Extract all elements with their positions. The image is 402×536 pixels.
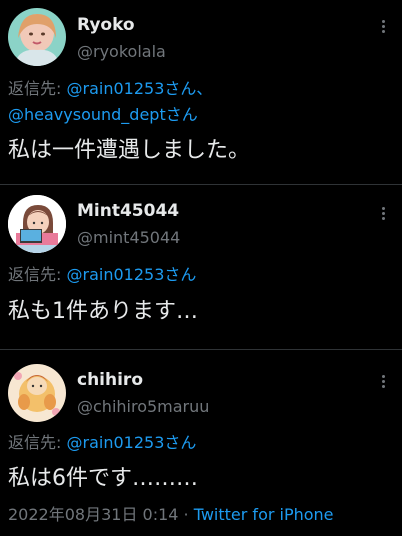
more-vertical-icon[interactable] xyxy=(382,375,386,389)
avatar[interactable] xyxy=(8,364,66,422)
mention-link[interactable]: @rain01253さん xyxy=(67,433,197,452)
tweet-ryoko[interactable]: Ryoko @ryokolala 返信先: @rain01253さん、 @hea… xyxy=(0,0,402,182)
mention-link[interactable]: @heavysound_deptさん xyxy=(8,105,198,124)
more-vertical-icon[interactable] xyxy=(382,20,386,34)
replying-to: 返信先: @rain01253さん xyxy=(8,431,196,455)
replying-to: 返信先: @rain01253さん、 xyxy=(8,77,212,101)
source-link[interactable]: Twitter for iPhone xyxy=(194,505,334,524)
display-name[interactable]: chihiro xyxy=(77,370,143,390)
avatar[interactable] xyxy=(8,195,66,253)
tweet-text: 私は一件遭遇しました。 xyxy=(8,138,251,163)
username-handle[interactable]: @mint45044 xyxy=(77,228,180,247)
replying-prefix: 返信先: xyxy=(8,433,62,452)
avatar[interactable] xyxy=(8,8,66,66)
more-vertical-icon[interactable] xyxy=(382,207,386,221)
replying-to-line2: @heavysound_deptさん xyxy=(8,103,198,127)
display-name[interactable]: Ryoko xyxy=(77,15,135,35)
tweet-chihiro[interactable]: chihiro @chihiro5maruu 返信先: @rain01253さん… xyxy=(0,350,402,536)
tweet-text: 私は6件です……… xyxy=(8,466,198,491)
username-handle[interactable]: @ryokolala xyxy=(77,42,166,61)
tweet-text: 私も1件あります… xyxy=(8,299,198,324)
replying-prefix: 返信先: xyxy=(8,79,62,98)
display-name[interactable]: Mint45044 xyxy=(77,201,179,221)
replying-prefix: 返信先: xyxy=(8,265,62,284)
username-handle[interactable]: @chihiro5maruu xyxy=(77,397,209,416)
tweet-mint[interactable]: Mint45044 @mint45044 返信先: @rain01253さん 私… xyxy=(0,185,402,348)
replying-to: 返信先: @rain01253さん xyxy=(8,263,196,287)
mention-link[interactable]: @rain01253さん xyxy=(67,265,197,284)
mention-link[interactable]: @rain01253さん、 xyxy=(67,79,213,98)
tweet-meta: 2022年08月31日 0:14 · Twitter for iPhone xyxy=(8,501,334,525)
timestamp[interactable]: 2022年08月31日 0:14 · xyxy=(8,505,194,524)
